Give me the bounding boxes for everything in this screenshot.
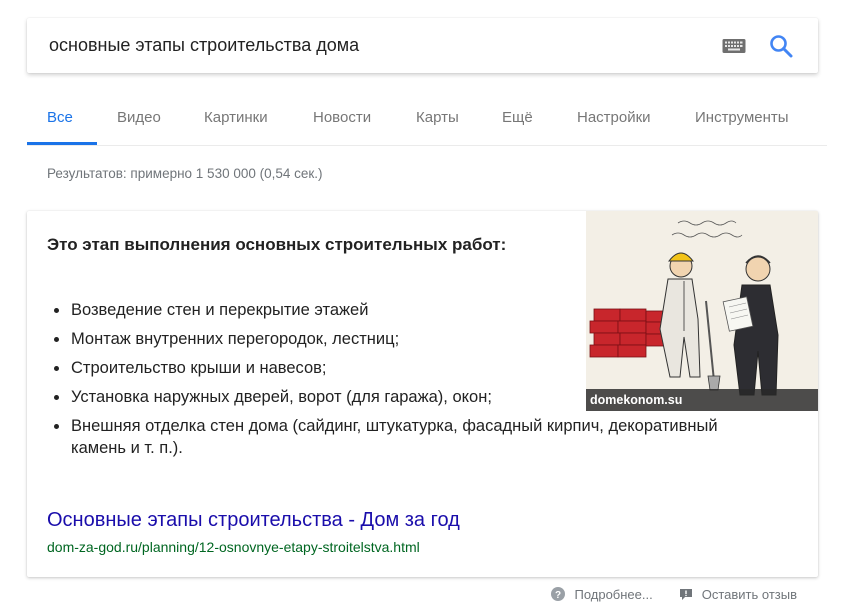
snippet-footer: ? Подробнее... Оставить отзыв — [525, 585, 797, 603]
result-title-link[interactable]: Основные этапы строительства - Дом за го… — [47, 509, 460, 532]
tab-news[interactable]: Новости — [313, 109, 371, 126]
tab-tools[interactable]: Инструменты — [695, 109, 789, 126]
tab-maps[interactable]: Карты — [416, 109, 459, 126]
feedback-icon — [679, 588, 692, 600]
snippet-image[interactable]: domekonom.su — [586, 211, 818, 411]
list-item: Внешняя отделка стен дома (сайдинг, штук… — [49, 415, 769, 459]
tab-all[interactable]: Все — [47, 109, 73, 126]
tab-video[interactable]: Видео — [117, 109, 161, 126]
image-source-caption: domekonom.su — [586, 389, 818, 411]
more-info-button[interactable]: ? Подробнее... — [551, 586, 653, 602]
featured-snippet: Это этап выполнения основных строительны… — [27, 211, 818, 577]
tab-more[interactable]: Ещё — [502, 109, 533, 126]
tab-images[interactable]: Картинки — [204, 109, 268, 126]
cartoon-illustration — [586, 211, 818, 411]
svg-text:?: ? — [555, 590, 561, 601]
feedback-label: Оставить отзыв — [701, 586, 797, 602]
active-tab-indicator — [27, 142, 97, 145]
list-item: Установка наружных дверей, ворот (для га… — [49, 386, 534, 408]
search-tabs: Все Видео Картинки Новости Карты Ещё Нас… — [27, 90, 827, 146]
more-info-label: Подробнее... — [574, 586, 653, 602]
feedback-button[interactable]: Оставить отзыв — [679, 587, 797, 602]
snippet-heading: Это этап выполнения основных строительны… — [47, 235, 507, 254]
result-stats: Результатов: примерно 1 530 000 (0,54 се… — [47, 166, 323, 181]
search-bar[interactable]: основные этапы строительства дома — [27, 18, 818, 73]
search-icon[interactable] — [767, 32, 795, 60]
keyboard-icon[interactable] — [722, 38, 746, 54]
help-icon: ? — [551, 587, 566, 601]
result-url: dom-za-god.ru/planning/12-osnovnye-etapy… — [47, 539, 420, 555]
search-input[interactable]: основные этапы строительства дома — [49, 35, 359, 56]
tab-settings[interactable]: Настройки — [577, 109, 651, 126]
